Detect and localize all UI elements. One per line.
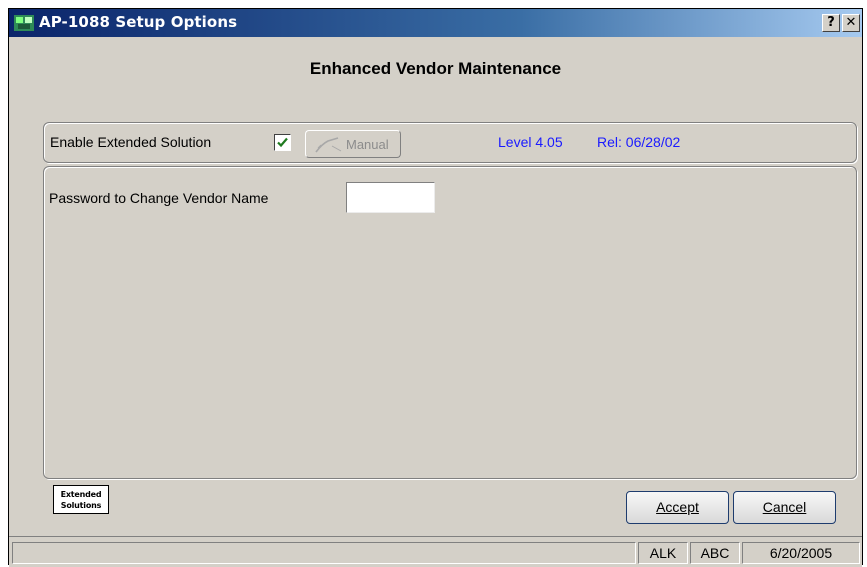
pen-icon [315, 137, 342, 153]
close-button[interactable]: ✕ [842, 14, 860, 32]
logo-line2: Solutions [60, 501, 102, 510]
app-icon [14, 15, 34, 31]
enable-extended-checkbox[interactable] [274, 134, 291, 151]
status-message-pane [12, 542, 636, 564]
password-label: Password to Change Vendor Name [49, 190, 269, 206]
accept-button[interactable]: Accept [626, 491, 729, 524]
status-date: 6/20/2005 [742, 542, 860, 564]
level-text: Level 4.05 [498, 134, 563, 150]
cancel-button-label: Cancel [762, 499, 807, 515]
status-company: ABC [690, 542, 740, 564]
checkmark-icon [277, 137, 288, 148]
manual-button-label: Manual [346, 137, 389, 152]
enable-extended-label: Enable Extended Solution [50, 134, 212, 150]
status-user: ALK [638, 542, 688, 564]
logo-line1: Extended [60, 490, 102, 499]
window-title: AP-1088 Setup Options [39, 13, 238, 31]
close-icon: ✕ [845, 15, 857, 30]
cancel-button[interactable]: Cancel [733, 491, 836, 524]
setup-options-window: AP-1088 Setup Options ? ✕ Enhanced Vendo… [8, 8, 863, 567]
page-title: Enhanced Vendor Maintenance [309, 59, 562, 78]
accept-button-label: Accept [656, 499, 699, 515]
help-button[interactable]: ? [822, 14, 840, 32]
title-bar[interactable]: AP-1088 Setup Options ? ✕ [9, 9, 862, 37]
status-bar: ALK ABC 6/20/2005 [9, 536, 862, 567]
release-text: Rel: 06/28/02 [597, 134, 681, 150]
password-input[interactable] [346, 182, 435, 213]
manual-button[interactable]: Manual [305, 130, 401, 158]
extended-solutions-logo: Extended Solutions [53, 485, 109, 514]
options-group [43, 166, 857, 479]
